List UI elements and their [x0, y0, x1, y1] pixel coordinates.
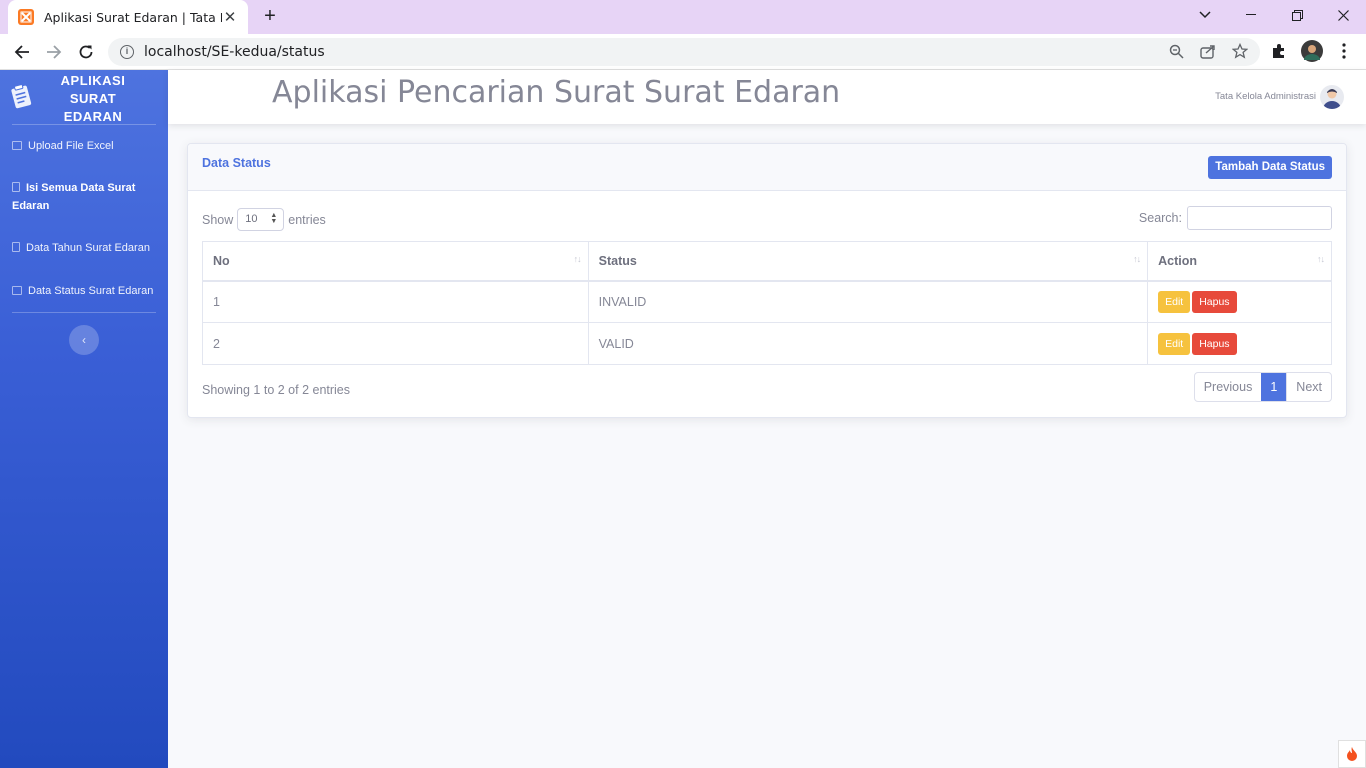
- close-window-icon[interactable]: [1320, 0, 1366, 30]
- restore-icon[interactable]: [1274, 0, 1320, 30]
- sidebar-item-label: Data Tahun Surat Edaran: [26, 242, 150, 254]
- sidebar-item-data-status[interactable]: Data Status Surat Edaran: [12, 282, 162, 300]
- column-header-no[interactable]: No ↑↓: [202, 241, 589, 282]
- xampp-favicon-icon: [18, 9, 34, 25]
- cell-no: 2: [202, 322, 589, 365]
- pagination-previous[interactable]: Previous: [1195, 373, 1262, 401]
- file-icon: [12, 182, 20, 192]
- sidebar-item-data-tahun[interactable]: Data Tahun Surat Edaran: [12, 239, 162, 257]
- cell-status: VALID: [587, 322, 1149, 365]
- search-input[interactable]: [1187, 206, 1332, 230]
- card-title: Data Status: [202, 156, 271, 170]
- reload-icon[interactable]: [74, 40, 98, 64]
- share-icon[interactable]: [1199, 42, 1217, 60]
- edit-button[interactable]: Edit: [1158, 290, 1191, 313]
- select-arrows-icon: ▲ ▼: [270, 212, 278, 225]
- search-label: Search:: [1138, 211, 1182, 225]
- sort-icon: ↑↓: [573, 254, 582, 264]
- cell-action: Edit Hapus: [1147, 280, 1332, 323]
- column-label: Action: [1158, 253, 1197, 268]
- extensions-puzzle-icon[interactable]: [1270, 42, 1288, 60]
- column-label: Status: [598, 253, 637, 268]
- brand-line: SURAT: [69, 91, 117, 106]
- entries-select-value: 10: [245, 213, 258, 225]
- forward-icon[interactable]: [42, 40, 66, 64]
- sidebar-brand[interactable]: APLIKASI SURAT EDARAN: [0, 70, 168, 124]
- status-table: No ↑↓ Status ↑↓ Action ↑↓ 1 INVALID Edit Hap…: [202, 241, 1332, 365]
- user-avatar-icon[interactable]: [1320, 85, 1344, 109]
- edit-button[interactable]: Edit: [1158, 332, 1191, 355]
- table-header-row: No ↑↓ Status ↑↓ Action ↑↓: [202, 241, 1332, 282]
- minimize-icon[interactable]: [1228, 0, 1274, 30]
- cell-action: Edit Hapus: [1147, 322, 1332, 365]
- column-header-status[interactable]: Status ↑↓: [587, 241, 1149, 282]
- tab-close-icon[interactable]: ✕: [222, 8, 238, 26]
- browser-tabbar: Aplikasi Surat Edaran | Tata Kelola ✕ +: [0, 0, 1366, 34]
- brand-name: APLIKASI SURAT EDARAN: [50, 72, 136, 126]
- sidebar-item-label: Isi Semua Data Surat Edaran: [12, 182, 136, 212]
- sort-icon: ↑↓: [1133, 254, 1141, 264]
- card-header: Data Status Tambah Data Status: [188, 144, 1346, 191]
- table-row: 1 INVALID Edit Hapus: [202, 280, 1332, 323]
- column-header-action[interactable]: Action ↑↓: [1147, 241, 1332, 282]
- data-status-card: Data Status Tambah Data Status Show 10 ▲…: [187, 143, 1347, 418]
- bookmark-star-icon[interactable]: [1231, 42, 1249, 60]
- site-info-icon[interactable]: i: [120, 45, 134, 59]
- sort-icon: ↑↓: [1317, 254, 1325, 264]
- entries-length-control: Show 10 ▲ ▼ entries: [202, 208, 326, 231]
- sidebar-item-label: Upload File Excel: [28, 140, 114, 152]
- back-icon[interactable]: [10, 40, 34, 64]
- table-icon: [12, 286, 22, 295]
- tab-search-icon[interactable]: [1182, 0, 1228, 30]
- hapus-button[interactable]: Hapus: [1192, 290, 1237, 313]
- pagination: Previous 1 Next: [1193, 372, 1332, 402]
- tab-title: Aplikasi Surat Edaran | Tata Kelola: [44, 9, 222, 25]
- flame-icon[interactable]: [1338, 740, 1366, 768]
- url-text: localhost/SE-kedua/status: [144, 44, 325, 60]
- hapus-button[interactable]: Hapus: [1192, 332, 1237, 355]
- browser-toolbar: i localhost/SE-kedua/status: [0, 34, 1366, 70]
- table-search: Search:: [1139, 206, 1332, 230]
- profile-avatar-icon[interactable]: [1301, 40, 1323, 62]
- sidebar-item-upload-file-excel[interactable]: Upload File Excel: [12, 137, 162, 155]
- column-label: No: [213, 253, 230, 268]
- menu-kebab-icon[interactable]: [1335, 42, 1353, 60]
- entries-label: entries: [288, 212, 326, 227]
- sidebar-item-isi-semua-data[interactable]: Isi Semua Data Surat Edaran: [12, 179, 162, 215]
- cell-status: INVALID: [587, 280, 1149, 323]
- new-tab-button[interactable]: +: [260, 6, 280, 26]
- clipboard-icon: [11, 84, 32, 109]
- table-info: Showing 1 to 2 of 2 entries: [202, 383, 351, 397]
- browser-tab[interactable]: Aplikasi Surat Edaran | Tata Kelola ✕: [8, 0, 248, 34]
- address-bar[interactable]: i localhost/SE-kedua/status: [108, 38, 1260, 66]
- calendar-icon: [12, 242, 20, 252]
- sidebar-divider: [12, 124, 156, 125]
- show-label: Show: [202, 212, 234, 227]
- sidebar-item-label: Data Status Surat Edaran: [28, 285, 154, 297]
- table-row: 2 VALID Edit Hapus: [202, 322, 1332, 365]
- brand-line: APLIKASI: [60, 73, 126, 88]
- pagination-next[interactable]: Next: [1286, 373, 1331, 401]
- sidebar-toggle-button[interactable]: ‹: [69, 325, 99, 355]
- chevron-left-icon: ‹: [82, 333, 86, 347]
- tambah-data-status-button[interactable]: Tambah Data Status: [1208, 156, 1332, 179]
- pagination-page[interactable]: 1: [1261, 373, 1287, 401]
- sidebar-divider: [12, 312, 156, 313]
- page-title: Aplikasi Pencarian Surat Surat Edaran: [272, 75, 841, 110]
- user-name[interactable]: Tata Kelola Administrasi: [1215, 91, 1316, 102]
- zoom-icon[interactable]: [1167, 42, 1185, 60]
- cell-no: 1: [202, 280, 589, 323]
- topbar: Aplikasi Pencarian Surat Surat Edaran Ta…: [168, 70, 1366, 124]
- sidebar: APLIKASI SURAT EDARAN Upload File Excel …: [0, 70, 168, 768]
- entries-select[interactable]: 10 ▲ ▼: [237, 208, 285, 231]
- table-icon: [12, 141, 22, 150]
